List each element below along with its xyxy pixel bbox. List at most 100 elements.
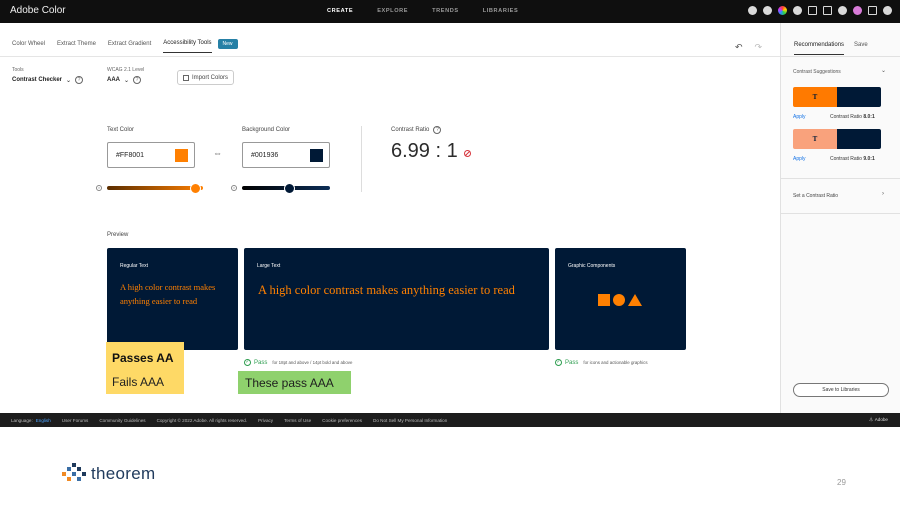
pass-note: for 18pt and above / 14pt bold and above [272, 360, 353, 365]
graphic-shapes [598, 294, 642, 306]
chevron-down-icon[interactable]: ⌄ [881, 67, 886, 74]
footer-link[interactable]: Community Guidelines [99, 418, 145, 423]
suggestion-sample: T [793, 129, 837, 149]
fail-icon [463, 150, 471, 157]
suggestion-sample: T [793, 87, 837, 107]
text-color-swatch[interactable] [175, 149, 188, 162]
nav-trends[interactable]: TRENDS [432, 8, 459, 14]
square-icon [598, 294, 610, 306]
contrast-ratio-label: Contrast Ratio [391, 127, 430, 133]
recommendations-panel: Recommendations Save Contrast Suggestion… [780, 23, 900, 413]
apply-link[interactable]: Apply [793, 156, 806, 162]
tab-color-wheel[interactable]: Color Wheel [12, 41, 45, 53]
text-color-field[interactable]: #FF8001 [107, 142, 195, 168]
large-text-pass: ✓ Pass for 18pt and above / 14pt bold an… [244, 359, 352, 366]
contrast-ratio-row: 6.99 : 1 [391, 140, 471, 163]
passes-aa-text: Passes AA [112, 351, 174, 365]
footer-link[interactable]: User Forums [62, 418, 89, 423]
regular-text-sample: A high color contrast makes anything eas… [120, 282, 216, 306]
nav-create[interactable]: CREATE [327, 8, 353, 14]
footer-link[interactable]: Privacy [258, 418, 273, 423]
notifications-icon[interactable] [838, 6, 847, 15]
adobe-logo: ⏃ Adobe [869, 417, 888, 423]
large-text-card: Large Text A high color contrast makes a… [244, 248, 549, 350]
footer-bar: Language: English User Forums Community G… [0, 413, 900, 427]
nav-explore[interactable]: EXPLORE [377, 8, 408, 14]
check-icon: ✓ [244, 359, 251, 366]
check-icon: ✓ [555, 359, 562, 366]
undo-redo: ↶ ↷ [735, 42, 762, 53]
creative-cloud-icon[interactable] [883, 6, 892, 15]
panel-divider [781, 56, 900, 57]
save-to-libraries-button[interactable]: Save to Libraries [793, 383, 889, 397]
graphic-pass: ✓ Pass for icons and actionable graphics [555, 359, 648, 366]
tab-extract-theme[interactable]: Extract Theme [57, 41, 96, 53]
card-title: Graphic Components [568, 263, 616, 269]
pass-note: for icons and actionable graphics [583, 360, 648, 365]
tab-accessibility-tools[interactable]: Accessibility Tools [163, 40, 212, 53]
color-wheel-icon[interactable] [778, 6, 787, 15]
lock-icon[interactable]: × [231, 185, 237, 191]
help-icon[interactable]: ? [75, 76, 84, 84]
pass-aaa-note: These pass AAA [238, 371, 351, 394]
set-contrast-ratio[interactable]: Set a Contrast Ratio [793, 193, 838, 199]
wcag-dropdown[interactable]: AAA ⌄ ? [107, 76, 142, 84]
language-value[interactable]: English [36, 418, 51, 423]
adobe-logo-icon: ⏃ [868, 417, 874, 422]
apps-grid-icon[interactable] [868, 6, 877, 15]
new-badge: New [217, 38, 238, 49]
suggestion-background [837, 129, 881, 149]
background-color-swatch[interactable] [310, 149, 323, 162]
pass-aaa-text: These pass AAA [245, 376, 334, 390]
nav-libraries[interactable]: LIBRARIES [483, 8, 519, 14]
help-icon[interactable] [793, 6, 802, 15]
top-icons [748, 6, 892, 15]
card-title: Large Text [257, 263, 281, 269]
help-icon[interactable]: ? [433, 126, 442, 134]
pass-label: Pass [565, 359, 579, 366]
theorem-wordmark: theorem [91, 464, 156, 483]
large-text-sample: A high color contrast makes anything eas… [258, 283, 515, 297]
background-color-hex: #001936 [251, 152, 279, 159]
panel-divider [781, 178, 900, 179]
footer-link[interactable]: Cookie preferences [322, 418, 362, 423]
help-icon[interactable]: ? [133, 76, 142, 84]
tool-dropdown[interactable]: Contrast Checker ⌄ ? [12, 76, 84, 84]
import-colors-button[interactable]: Import Colors [177, 70, 234, 85]
tutorial-icon[interactable] [823, 6, 832, 15]
circle-icon [613, 294, 625, 306]
tab-extract-gradient[interactable]: Extract Gradient [108, 41, 151, 53]
apply-link[interactable]: Apply [793, 114, 806, 120]
text-color-slider-thumb[interactable] [190, 183, 202, 194]
tab-recommendations[interactable]: Recommendations [794, 42, 845, 55]
text-color-hex: #FF8001 [116, 152, 145, 159]
theorem-logo: theorem [62, 463, 155, 485]
background-color-slider-thumb[interactable] [283, 183, 295, 194]
import-colors-label: Import Colors [191, 74, 228, 81]
suggestion-background [837, 87, 881, 107]
chevron-right-icon[interactable]: › [882, 191, 884, 197]
background-color-field[interactable]: #001936 [242, 142, 330, 168]
tool-tabs: Color Wheel Extract Theme Extract Gradie… [12, 38, 238, 53]
app-title[interactable]: Adobe Color [10, 5, 66, 16]
redo-icon[interactable]: ↷ [755, 42, 763, 53]
undo-icon[interactable]: ↶ [735, 42, 743, 53]
suggestion-swatch[interactable]: T [793, 87, 881, 107]
tab-save[interactable]: Save [854, 42, 868, 55]
avatar[interactable] [853, 6, 862, 15]
settings-icon[interactable] [748, 6, 757, 15]
swap-colors-icon[interactable]: ⇔ [213, 148, 222, 158]
lock-icon[interactable]: × [96, 185, 102, 191]
adobe-brand-text: Adobe [874, 417, 888, 422]
footer-link[interactable]: Do Not Sell My Personal Information [373, 418, 447, 423]
text-color-slider[interactable] [107, 186, 203, 190]
footer-link[interactable]: Terms of Use [284, 418, 311, 423]
suggestion-swatch[interactable]: T [793, 129, 881, 149]
wcag-dropdown-value: AAA [107, 77, 120, 83]
tabs-divider [0, 56, 780, 57]
theme-icon[interactable] [763, 6, 772, 15]
vertical-divider [361, 126, 362, 192]
feedback-icon[interactable] [808, 6, 817, 15]
contrast-suggestions-label[interactable]: Contrast Suggestions [793, 69, 841, 75]
ratio-label: Contrast Ratio [830, 156, 862, 162]
